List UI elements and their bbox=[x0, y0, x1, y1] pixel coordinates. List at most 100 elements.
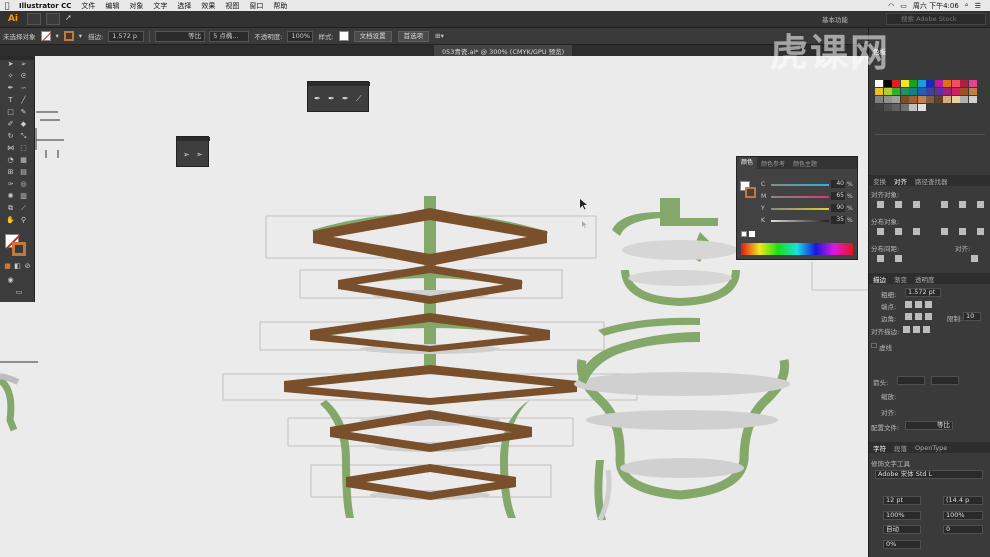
screen-mode-icon[interactable]: ▭ bbox=[13, 288, 25, 297]
add-anchor-point-icon[interactable]: ✒ bbox=[328, 94, 335, 103]
perspective-grid-tool-icon[interactable]: ▦ bbox=[19, 156, 28, 165]
direct-selection-tool-icon[interactable]: ➢ bbox=[183, 150, 190, 159]
menu-object[interactable]: 对象 bbox=[124, 1, 148, 11]
slice-tool-icon[interactable]: ⟋ bbox=[19, 204, 28, 213]
gpu-icon[interactable]: ➚ bbox=[65, 13, 79, 25]
width-tool-icon[interactable]: ⋈ bbox=[6, 144, 15, 153]
graphic-style-swatch[interactable] bbox=[338, 31, 349, 41]
distribute-vspace-icon[interactable] bbox=[877, 255, 884, 262]
distribute-bottom-icon[interactable] bbox=[913, 228, 920, 235]
menu-effect[interactable]: 效果 bbox=[196, 1, 220, 11]
rectangle-tool-icon[interactable]: □ bbox=[6, 108, 15, 117]
magic-wand-tool-icon[interactable]: ✧ bbox=[6, 72, 15, 81]
tab-color-guide[interactable]: 颜色参考 bbox=[757, 159, 789, 168]
group-selection-tool-icon[interactable]: ➣ bbox=[196, 150, 203, 159]
bridge-button[interactable] bbox=[27, 13, 41, 25]
gradient-mode-icon[interactable]: ◧ bbox=[13, 262, 22, 271]
direct-selection-tool-icon[interactable]: ➢ bbox=[19, 60, 28, 69]
shaper-tool-icon[interactable]: ✐ bbox=[6, 120, 15, 129]
battery-icon[interactable]: ▭ bbox=[897, 2, 910, 10]
menu-help[interactable]: 帮助 bbox=[268, 1, 292, 11]
pen-tool-icon[interactable]: ✒ bbox=[314, 94, 321, 103]
cyan-slider[interactable]: C 40 % bbox=[761, 180, 857, 189]
opacity-field[interactable]: 100% bbox=[287, 30, 314, 42]
distribute-top-icon[interactable] bbox=[877, 228, 884, 235]
preferences-button[interactable]: 首选项 bbox=[397, 30, 430, 42]
menu-window[interactable]: 窗口 bbox=[244, 1, 268, 11]
scale-tool-icon[interactable]: ⤡ bbox=[19, 132, 28, 141]
menu-file[interactable]: 文件 bbox=[76, 1, 100, 11]
eyedropper-tool-icon[interactable]: ✑ bbox=[6, 180, 15, 189]
tracking-field[interactable]: 0 bbox=[943, 525, 983, 534]
free-transform-tool-icon[interactable]: ⬚ bbox=[19, 144, 28, 153]
miter-limit-field[interactable]: 10 bbox=[963, 312, 981, 321]
black-slider[interactable]: K 35 % bbox=[761, 216, 857, 225]
align-right-icon[interactable] bbox=[913, 201, 920, 208]
round-cap-icon[interactable] bbox=[915, 301, 922, 308]
draw-normal-icon[interactable]: ◉ bbox=[6, 276, 15, 285]
font-size-field[interactable]: 12 pt bbox=[883, 496, 921, 505]
end-arrowhead-select[interactable] bbox=[931, 376, 959, 385]
document-setup-button[interactable]: 文档设置 bbox=[353, 30, 392, 42]
distribute-right-icon[interactable] bbox=[977, 228, 984, 235]
stroke-color-icon[interactable] bbox=[745, 187, 756, 198]
swatch-grid[interactable] bbox=[875, 80, 983, 112]
apple-icon[interactable]:  bbox=[0, 1, 14, 10]
tab-transform[interactable]: 变换 bbox=[869, 176, 890, 186]
tab-opentype[interactable]: OpenType bbox=[911, 444, 951, 452]
line-tool-icon[interactable]: ╱ bbox=[19, 96, 28, 105]
wifi-icon[interactable]: ◠ bbox=[885, 2, 897, 10]
curvature-tool-icon[interactable]: ∽ bbox=[19, 84, 28, 93]
butt-cap-icon[interactable] bbox=[905, 301, 912, 308]
none-swatch[interactable] bbox=[741, 231, 747, 237]
search-icon[interactable]: ⌕ bbox=[962, 1, 972, 10]
round-join-icon[interactable] bbox=[915, 313, 922, 320]
tab-stroke[interactable]: 描边 bbox=[869, 274, 890, 284]
menu-select[interactable]: 选择 bbox=[172, 1, 196, 11]
arrange-documents-button[interactable] bbox=[46, 13, 60, 25]
align-stroke-center-icon[interactable] bbox=[903, 326, 910, 333]
stroke-weight-field[interactable]: 1.572 p bbox=[108, 30, 145, 42]
align-stroke-inside-icon[interactable] bbox=[913, 326, 920, 333]
fill-swatch[interactable] bbox=[40, 31, 51, 41]
align-vcenter-icon[interactable] bbox=[959, 201, 966, 208]
artboard-tool-icon[interactable]: ⧉ bbox=[6, 204, 15, 213]
projecting-cap-icon[interactable] bbox=[925, 301, 932, 308]
variable-width-profile[interactable]: 等比 bbox=[155, 30, 206, 42]
selection-tool-icon[interactable]: ➤ bbox=[6, 60, 15, 69]
align-to-selection-icon[interactable] bbox=[971, 255, 978, 262]
anchor-point-tool-icon[interactable]: ⟋ bbox=[356, 94, 362, 104]
magenta-slider[interactable]: M 65 % bbox=[761, 192, 857, 201]
white-swatch[interactable] bbox=[749, 231, 755, 237]
vertical-scale-field[interactable]: 100% bbox=[883, 511, 921, 520]
dashed-line-checkbox[interactable]: ☐ bbox=[871, 342, 877, 350]
bevel-join-icon[interactable] bbox=[925, 313, 932, 320]
touch-type-tool[interactable]: 修饰文字工具 bbox=[871, 458, 910, 468]
baseline-shift-field[interactable]: 0% bbox=[883, 540, 921, 549]
column-graph-tool-icon[interactable]: ▥ bbox=[19, 192, 28, 201]
menu-edit[interactable]: 编辑 bbox=[100, 1, 124, 11]
artboard-canvas[interactable] bbox=[0, 56, 868, 557]
pen-tool-icon[interactable]: ✒ bbox=[6, 84, 15, 93]
menu-type[interactable]: 文字 bbox=[148, 1, 172, 11]
tab-character[interactable]: 字符 bbox=[869, 443, 890, 453]
profile-select[interactable]: 等比 bbox=[905, 421, 953, 430]
stock-search-input[interactable]: 搜索 Adobe Stock bbox=[886, 13, 986, 25]
tab-transparency[interactable]: 透明度 bbox=[911, 274, 939, 284]
distribute-hspace-icon[interactable] bbox=[895, 255, 902, 262]
brush-definition[interactable]: 5 点椭... bbox=[209, 30, 250, 42]
yellow-slider[interactable]: Y 90 % bbox=[761, 204, 857, 213]
color-mode-icon[interactable]: ■ bbox=[3, 262, 12, 271]
color-spectrum[interactable] bbox=[741, 243, 853, 255]
menu-view[interactable]: 视图 bbox=[220, 1, 244, 11]
hand-tool-icon[interactable]: ✋ bbox=[6, 216, 15, 225]
document-tab[interactable]: 053青瓷.ai* @ 300% (CMYK/GPU 预览) bbox=[434, 45, 573, 56]
stroke-weight-field[interactable]: 1.572 pt bbox=[905, 288, 941, 297]
blend-tool-icon[interactable]: ◎ bbox=[19, 180, 28, 189]
distribute-left-icon[interactable] bbox=[941, 228, 948, 235]
app-menu[interactable]: Illustrator CC bbox=[14, 2, 76, 10]
align-hcenter-icon[interactable] bbox=[895, 201, 902, 208]
tab-color[interactable]: 颜色 bbox=[737, 157, 758, 169]
none-mode-icon[interactable]: ⊘ bbox=[23, 262, 32, 271]
distribute-hcenter-icon[interactable] bbox=[959, 228, 966, 235]
